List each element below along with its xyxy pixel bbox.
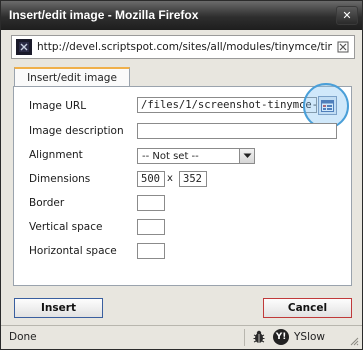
url-text[interactable]: http://devel.scriptspot.com/sites/all/mo… bbox=[37, 41, 332, 53]
yslow-label[interactable]: YSlow bbox=[294, 331, 325, 343]
height-input[interactable]: 352 bbox=[179, 171, 207, 187]
address-bar[interactable]: http://devel.scriptspot.com/sites/all/mo… bbox=[11, 35, 355, 59]
close-button[interactable]: ✕ bbox=[336, 6, 358, 25]
horizontal-space-label: Horizontal space bbox=[29, 245, 117, 257]
image-browser-icon bbox=[321, 99, 334, 112]
close-icon: ✕ bbox=[342, 9, 352, 22]
dimensions-separator: x bbox=[167, 173, 173, 184]
status-divider bbox=[244, 329, 245, 346]
site-favicon-icon bbox=[16, 39, 32, 55]
page-info-icon[interactable] bbox=[335, 39, 351, 55]
tab-insert-edit-image[interactable]: Insert/edit image bbox=[14, 67, 130, 87]
cancel-button[interactable]: Cancel bbox=[263, 298, 352, 318]
image-description-label: Image description bbox=[29, 125, 124, 137]
border-input[interactable] bbox=[137, 195, 165, 211]
image-url-input[interactable]: /files/1/screenshot-tinymce-ima bbox=[137, 97, 317, 113]
vertical-space-label: Vertical space bbox=[29, 221, 103, 233]
browse-image-button[interactable] bbox=[318, 96, 337, 115]
horizontal-space-input[interactable] bbox=[137, 243, 165, 259]
status-text: Done bbox=[9, 331, 37, 343]
browser-window: Insert/edit image - Mozilla Firefox ✕ ht… bbox=[0, 0, 363, 350]
alignment-select[interactable]: -- Not set -- bbox=[137, 148, 255, 164]
alignment-label: Alignment bbox=[29, 149, 83, 161]
insert-button[interactable]: Insert bbox=[14, 298, 103, 318]
vertical-space-input[interactable] bbox=[137, 219, 165, 235]
image-url-label: Image URL bbox=[29, 100, 87, 112]
status-bar: Done Y! YSlow bbox=[1, 325, 362, 349]
chevron-down-icon[interactable] bbox=[239, 149, 254, 163]
image-description-input[interactable] bbox=[137, 123, 337, 139]
width-input[interactable]: 500 bbox=[137, 171, 165, 187]
yslow-icon[interactable]: Y! bbox=[273, 329, 289, 345]
window-title: Insert/edit image - Mozilla Firefox bbox=[9, 8, 199, 22]
resize-grip-icon[interactable] bbox=[349, 336, 359, 346]
dimensions-label: Dimensions bbox=[29, 173, 91, 185]
firebug-icon[interactable] bbox=[251, 329, 267, 345]
alignment-value: -- Not set -- bbox=[142, 150, 199, 162]
title-bar[interactable]: Insert/edit image - Mozilla Firefox ✕ bbox=[1, 1, 362, 30]
border-label: Border bbox=[29, 197, 65, 209]
